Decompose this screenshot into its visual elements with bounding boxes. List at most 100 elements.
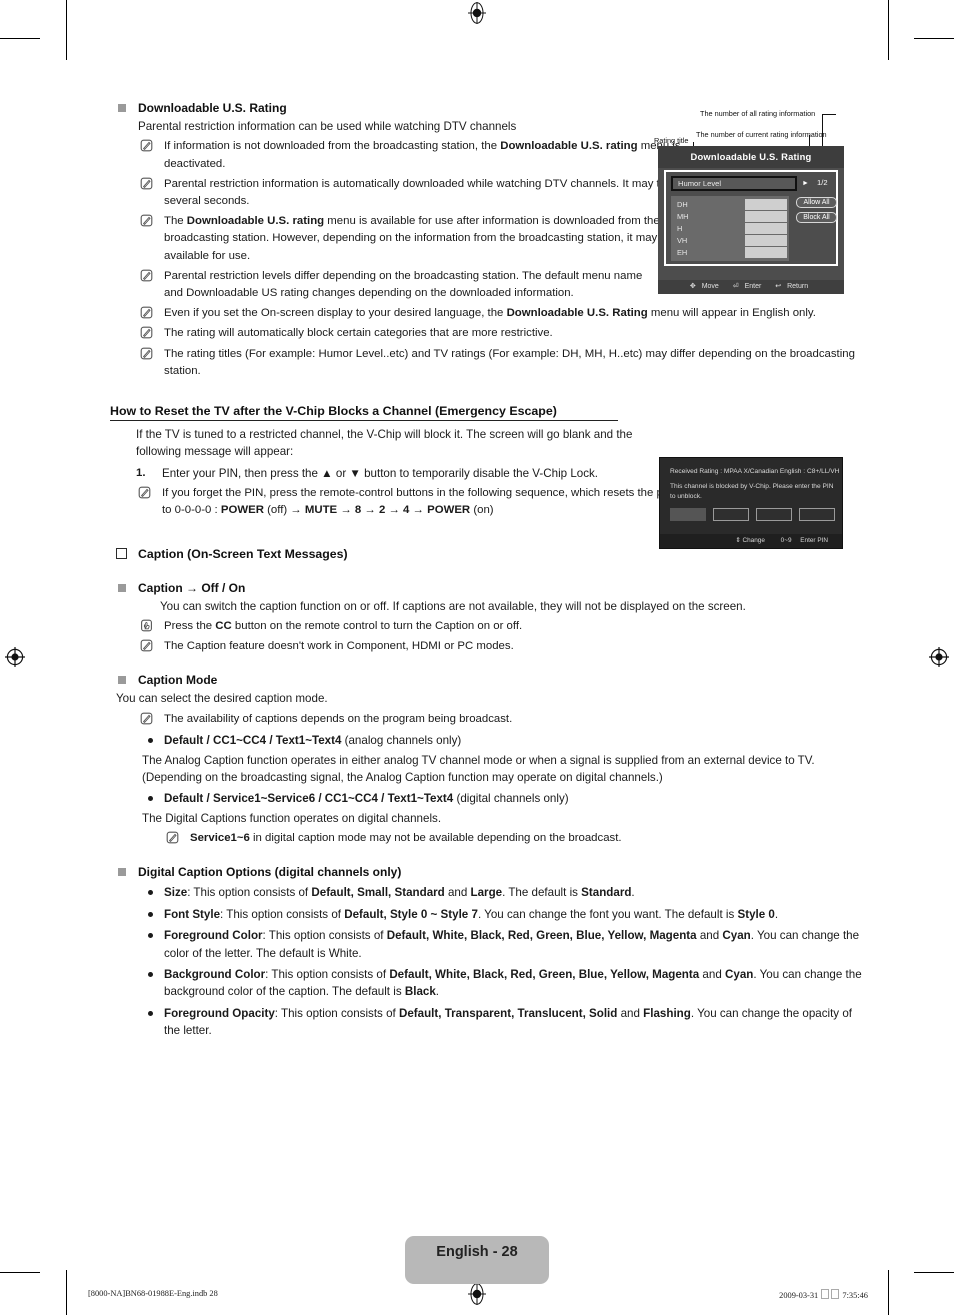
digital-option-text: Size: This option consists of Default, S… [164,886,635,900]
round-bullet-icon [148,890,153,896]
step-number: 1. [136,466,146,479]
note-item: Parental restriction levels differ depen… [138,268,664,302]
square-bullet-icon [118,583,126,592]
caption-mode-item-head: Default / Service1~Service6 / CC1~CC4 / … [164,792,569,806]
note-item: Even if you set the On-screen display to… [138,305,886,322]
note-text: Parental restriction information is auto… [164,177,679,208]
osd-rating-row[interactable]: EH [671,247,789,258]
osd-rating-row[interactable]: VH [671,235,789,246]
osd-hint-enter: ⏎ Enter [732,283,762,290]
crop-mark-left-horizontal-top [0,38,40,40]
vchip-reset-intro: If the TV is tuned to a restricted chann… [136,428,633,459]
crop-mark-bottom-left-vertical [66,1270,67,1315]
pencil-note-icon [140,214,153,233]
osd-pin-footer-hints: ⇕ Change 0~9 Enter PIN [660,534,842,548]
osd-downloadable-rating-screen: Downloadable U.S. Rating Humor Level ► 1… [658,146,844,294]
digital-option-text: Background Color: This option consists o… [164,967,862,999]
note-text: The availability of captions depends on … [164,712,513,725]
pencil-note-icon [140,347,153,366]
digital-option-item: Foreground Opacity: This option consists… [138,1005,864,1040]
osd-blocked-message: This channel is blocked by V-Chip. Pleas… [670,483,834,500]
vchip-reset-note: If you forget the PIN, press the remote-… [136,485,672,519]
pencil-note-icon [140,639,153,658]
caption-onoff-title: Caption → Off / On [138,580,246,595]
downloadable-rating-intro: Parental restriction information can be … [138,120,517,133]
pencil-note-icon [140,712,153,731]
round-bullet-icon [148,933,153,939]
crop-mark-right-horizontal-bottom [914,1272,954,1274]
pencil-note-icon [140,306,153,325]
note-text: If information is not downloaded from th… [164,140,681,170]
osd-vchip-block-screen: Received Rating : MPAA X/Canadian Englis… [659,457,843,549]
osd-rating-checkbox[interactable] [745,199,787,210]
caption-mode-item-body: The Digital Captions function operates o… [142,811,442,825]
hollow-square-bullet-icon [116,545,127,559]
note-text: Parental restriction levels differ depen… [164,269,643,300]
registration-mark-bottom [466,1283,488,1305]
caption-press-note: Press the CC button on the remote contro… [138,618,864,635]
osd-rating-label: H [677,224,683,233]
pin-digit-4[interactable] [799,508,835,521]
pin-digit-2[interactable] [713,508,749,521]
osd-body: Humor Level ► 1/2 DH MH H VH EH Allow Al… [664,170,838,266]
unknown-glyph-icon [821,1289,830,1299]
pencil-note-icon [166,831,179,850]
osd-rating-checkbox[interactable] [745,223,787,234]
subsection-caption-onoff: Caption → Off / On You can switch the ca… [110,580,850,656]
osd-rating-label: DH [677,200,688,209]
osd-rating-count: 1/2 [817,178,828,187]
note-text: Press the CC button on the remote contro… [164,620,523,633]
footer-date: 2009-03-31 [779,1291,819,1300]
subsection-caption-mode: Caption Mode You can select the desired … [110,672,850,847]
page-number-badge: English - 28 [405,1236,549,1284]
osd-rating-row[interactable]: MH [671,211,789,222]
callout-all-rating-info: The number of all rating information [700,109,816,118]
page-number-label: English - 28 [436,1244,518,1260]
osd-footer-hints: ✥ Move ⏎ Enter ↩ Return [658,280,844,294]
osd-rating-label: EH [677,248,688,257]
osd-received-rating-line: Received Rating : MPAA X/Canadian Englis… [670,468,840,475]
crop-mark-left-horizontal-bottom [0,1272,40,1274]
osd-selected-rating-title[interactable]: Humor Level [671,176,797,191]
note-item: The rating will automatically block cert… [138,325,886,342]
osd-pin-entry[interactable] [670,508,835,521]
round-bullet-icon [148,796,153,802]
osd-rating-checkbox[interactable] [745,247,787,258]
vchip-reset-heading: How to Reset the TV after the V-Chip Blo… [110,404,618,422]
note-item: Parental restriction information is auto… [138,176,694,210]
osd-rating-row[interactable]: H [671,223,789,234]
osd-next-arrow-icon[interactable]: ► [802,180,809,187]
caption-mode-subnote: Service1~6 in digital caption mode may n… [164,830,850,847]
osd-rating-row[interactable]: DH [671,199,789,210]
footer-timestamp: 2009-03-31 7:35:46 [779,1289,868,1300]
osd-rating-checkbox[interactable] [745,235,787,246]
note-item: The Downloadable U.S. rating menu is ava… [138,213,694,265]
caption-mode-note: The availability of captions depends on … [138,711,864,728]
osd-allow-all-button[interactable]: Allow All [796,197,837,208]
osd-hint-return: ↩ Return [775,283,809,290]
leader-line-all [822,114,836,115]
square-bullet-icon [118,868,126,877]
note-text: If you forget the PIN, press the remote-… [162,487,672,517]
note-text: The rating will automatically block cert… [164,327,553,340]
round-bullet-icon [148,971,153,977]
osd-title: Downloadable U.S. Rating [658,146,844,168]
note-text: Even if you set the On-screen display to… [164,307,816,320]
registration-mark-right [928,646,950,668]
osd-rating-checkbox[interactable] [745,211,787,222]
footer-file-info: [8000-NA]BN68-01988E-Eng.indb 28 [88,1289,218,1298]
pin-digit-3[interactable] [756,508,792,521]
footer-time: 7:35:46 [842,1291,868,1300]
pin-digit-1[interactable] [670,508,706,521]
caption-mode-item-body: The Analog Caption function operates in … [142,753,815,784]
osd-rating-label: VH [677,236,688,245]
registration-mark-left [4,646,26,668]
osd-hint-move: ✥ Move [689,283,719,290]
osd-hint-enter-pin: 0~9 Enter PIN [780,537,828,544]
digital-option-item: Foreground Color: This option consists o… [138,927,864,962]
caption-mode-body: You can select the desired caption mode. [116,692,328,706]
note-text: The Caption feature doesn't work in Comp… [164,640,514,653]
caption-mode-item-head: Default / CC1~CC4 / Text1~Text4 (analog … [164,734,462,748]
callout-rating-title: Rating title [654,136,689,145]
osd-block-all-button[interactable]: Block All [796,212,837,223]
